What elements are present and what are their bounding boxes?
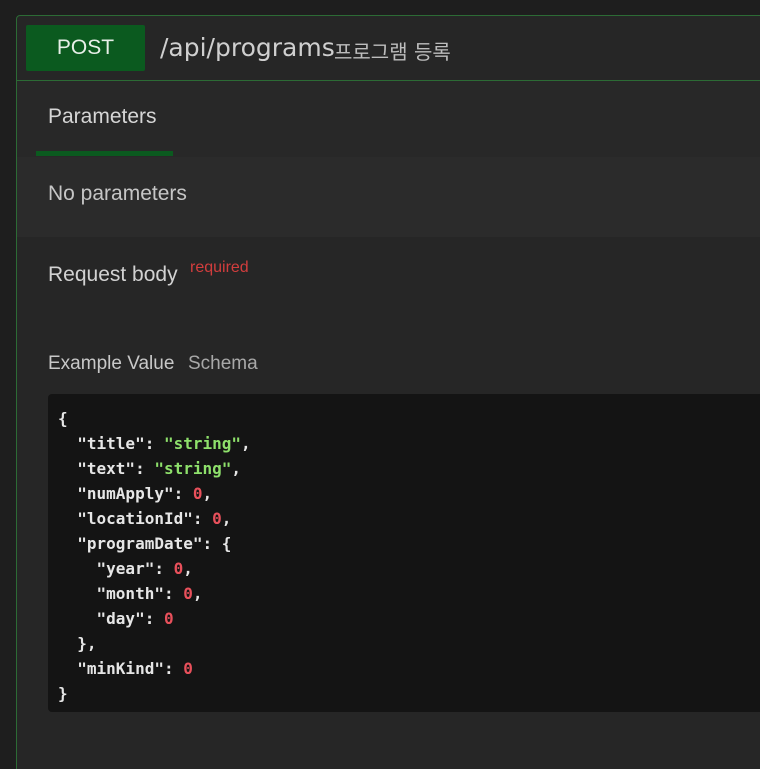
request-body-header: Request body required (17, 237, 760, 310)
json-key: "month" (96, 584, 164, 603)
operation-path: /api/programs (160, 33, 335, 62)
json-punct: , (231, 459, 242, 478)
json-key: "year" (96, 559, 155, 578)
tab-parameters[interactable]: Parameters (48, 105, 157, 129)
code-line: "programDate": { (58, 531, 760, 556)
json-punct: : (163, 584, 184, 603)
json-number: 0 (163, 609, 174, 628)
operation-description: 프로그램 등록 (334, 40, 451, 64)
json-number: 0 (192, 484, 203, 503)
json-key: "day" (96, 609, 145, 628)
json-punct: , (183, 559, 193, 578)
active-tab-indicator (36, 151, 173, 156)
request-body-content: Example Value Schema { "title": "string"… (17, 310, 760, 769)
json-punct: : (144, 609, 164, 628)
json-punct: : (173, 484, 193, 503)
code-line: "text": "string", (58, 456, 760, 481)
json-number: 0 (212, 509, 222, 528)
code-line: "numApply": 0, (58, 481, 760, 506)
tab-schema[interactable]: Schema (188, 353, 258, 375)
required-label: required (190, 259, 249, 276)
json-number: 0 (183, 659, 193, 678)
code-line: "day": 0 (58, 606, 760, 631)
tab-example-value[interactable]: Example Value (48, 353, 174, 375)
json-key: "text" (77, 459, 136, 478)
json-punct: } (58, 684, 68, 703)
code-line: "locationId": 0, (58, 506, 760, 531)
json-number: 0 (183, 584, 193, 603)
json-key: "title" (77, 434, 145, 453)
json-key: "locationId" (77, 509, 193, 528)
json-punct: { (58, 409, 68, 428)
code-line: "minKind": 0 (58, 656, 760, 681)
operation-summary[interactable]: POST /api/programs 프로그램 등록 (17, 16, 760, 81)
operation-block: POST /api/programs 프로그램 등록 Parameters No… (16, 15, 760, 769)
json-punct: : (154, 559, 174, 578)
json-punct: : (144, 434, 164, 453)
code-line: { (58, 406, 760, 431)
code-line: }, (58, 631, 760, 656)
json-punct: : (163, 659, 184, 678)
json-key: "minKind" (77, 659, 164, 678)
request-body-title: Request body (48, 263, 178, 286)
json-punct: , (202, 484, 213, 503)
code-line: } (58, 681, 760, 706)
json-string: "string" (154, 459, 232, 478)
parameters-section: No parameters (17, 157, 760, 237)
json-key: "numApply" (77, 484, 174, 503)
json-string: "string" (163, 434, 242, 453)
example-code-block[interactable]: { "title": "string", "text": "string", "… (48, 394, 760, 712)
json-punct: : (192, 509, 213, 528)
json-punct: : (135, 459, 155, 478)
no-parameters-text: No parameters (48, 182, 187, 205)
json-number: 0 (173, 559, 184, 578)
code-line: "month": 0, (58, 581, 760, 606)
json-punct: , (221, 509, 232, 528)
code-line: "title": "string", (58, 431, 760, 456)
swagger-page: POST /api/programs 프로그램 등록 Parameters No… (0, 0, 760, 769)
json-key: "programDate" (77, 534, 203, 553)
json-punct: : { (202, 534, 232, 553)
json-punct: }, (77, 634, 97, 653)
method-badge: POST (26, 25, 145, 71)
json-punct: , (192, 584, 203, 603)
json-punct: , (241, 434, 251, 453)
tab-bar: Parameters (17, 81, 760, 157)
code-line: "year": 0, (58, 556, 760, 581)
